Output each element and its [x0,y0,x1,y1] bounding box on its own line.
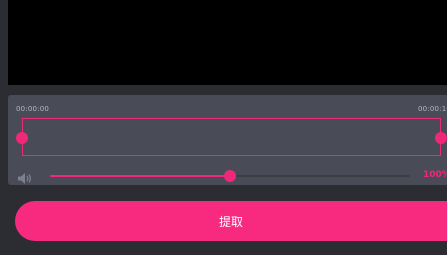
app-root: 00:00:00 00:00:10 100% 提取 [0,0,447,255]
speaker-icon[interactable] [17,170,33,184]
trim-start-handle[interactable] [16,132,28,144]
extract-button-label: 提取 [218,214,243,229]
video-preview[interactable] [8,0,447,85]
volume-slider[interactable] [50,170,410,182]
trim-end-time: 00:00:10 [418,105,447,113]
volume-fill [50,175,230,177]
trim-selection-box[interactable] [22,118,441,156]
trim-end-handle[interactable] [435,132,447,144]
volume-percent: 100% [423,170,447,180]
trim-start-time: 00:00:00 [16,105,50,113]
extract-button[interactable]: 提取 [15,201,447,241]
volume-row: 100% [8,168,447,185]
volume-thumb[interactable] [224,170,236,182]
